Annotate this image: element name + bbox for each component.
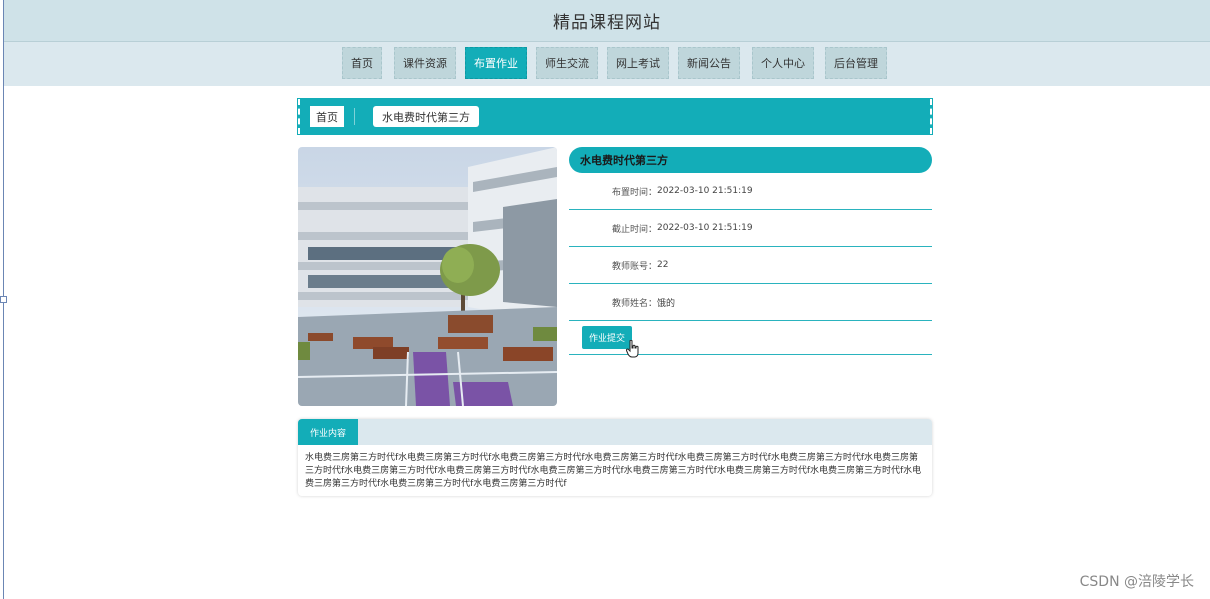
breadcrumb: 首页 水电费时代第三方	[297, 98, 933, 135]
breadcrumb-current[interactable]: 水电费时代第三方	[373, 106, 479, 127]
detail-label: 教师姓名：	[611, 298, 657, 309]
breadcrumb-separator	[354, 108, 355, 125]
action-row: 作业提交	[569, 321, 932, 358]
nav-item-home[interactable]: 首页	[342, 47, 382, 79]
nav-item-teacher-student-chat[interactable]: 师生交流	[536, 47, 598, 79]
detail-row: 教师姓名： 饿的	[569, 284, 932, 321]
nav-item-personal-center[interactable]: 个人中心	[752, 47, 814, 79]
homework-detail: 水电费时代第三方 布置时间： 2022-03-10 21:51:19 截止时间：…	[569, 147, 932, 358]
nav-item-assign-homework[interactable]: 布置作业	[465, 47, 527, 79]
tab-homework-content[interactable]: 作业内容	[298, 419, 358, 445]
breadcrumb-home[interactable]: 首页	[310, 106, 344, 127]
hand-cursor-icon	[626, 340, 639, 358]
site-title: 精品课程网站	[553, 13, 661, 33]
detail-value: 22	[657, 260, 669, 270]
content-tabbar: 作业内容	[298, 419, 932, 445]
detail-value: 2022-03-10 21:51:19	[657, 186, 753, 196]
site-header: 精品课程网站	[4, 0, 1210, 42]
homework-content-panel: 作业内容 水电费三房第三方时代f水电费三房第三方时代f水电费三房第三方时代f水电…	[298, 419, 932, 496]
homework-image	[298, 147, 557, 406]
watermark: CSDN @涪陵学长	[1079, 574, 1194, 590]
detail-row: 截止时间： 2022-03-10 21:51:19	[569, 210, 932, 247]
nav-item-online-exam[interactable]: 网上考试	[607, 47, 669, 79]
detail-value: 2022-03-10 21:51:19	[657, 223, 753, 233]
detail-value: 饿的	[657, 298, 676, 309]
homework-content-text: 水电费三房第三方时代f水电费三房第三方时代f水电费三房第三方时代f水电费三房第三…	[305, 453, 922, 489]
detail-title: 水电费时代第三方	[569, 147, 932, 173]
detail-label: 布置时间：	[611, 187, 657, 198]
main-nav: 首页 课件资源 布置作业 师生交流 网上考试 新闻公告 个人中心 后台管理	[4, 42, 1210, 86]
nav-item-news[interactable]: 新闻公告	[678, 47, 740, 79]
submit-homework-button[interactable]: 作业提交	[582, 326, 632, 349]
nav-item-courseware[interactable]: 课件资源	[394, 47, 456, 79]
detail-label: 截止时间：	[611, 224, 657, 235]
detail-row: 布置时间： 2022-03-10 21:51:19	[569, 173, 932, 210]
nav-item-admin[interactable]: 后台管理	[825, 47, 887, 79]
detail-label: 教师账号：	[611, 261, 657, 272]
resize-handle[interactable]	[0, 296, 7, 303]
detail-row: 教师账号： 22	[569, 247, 932, 284]
